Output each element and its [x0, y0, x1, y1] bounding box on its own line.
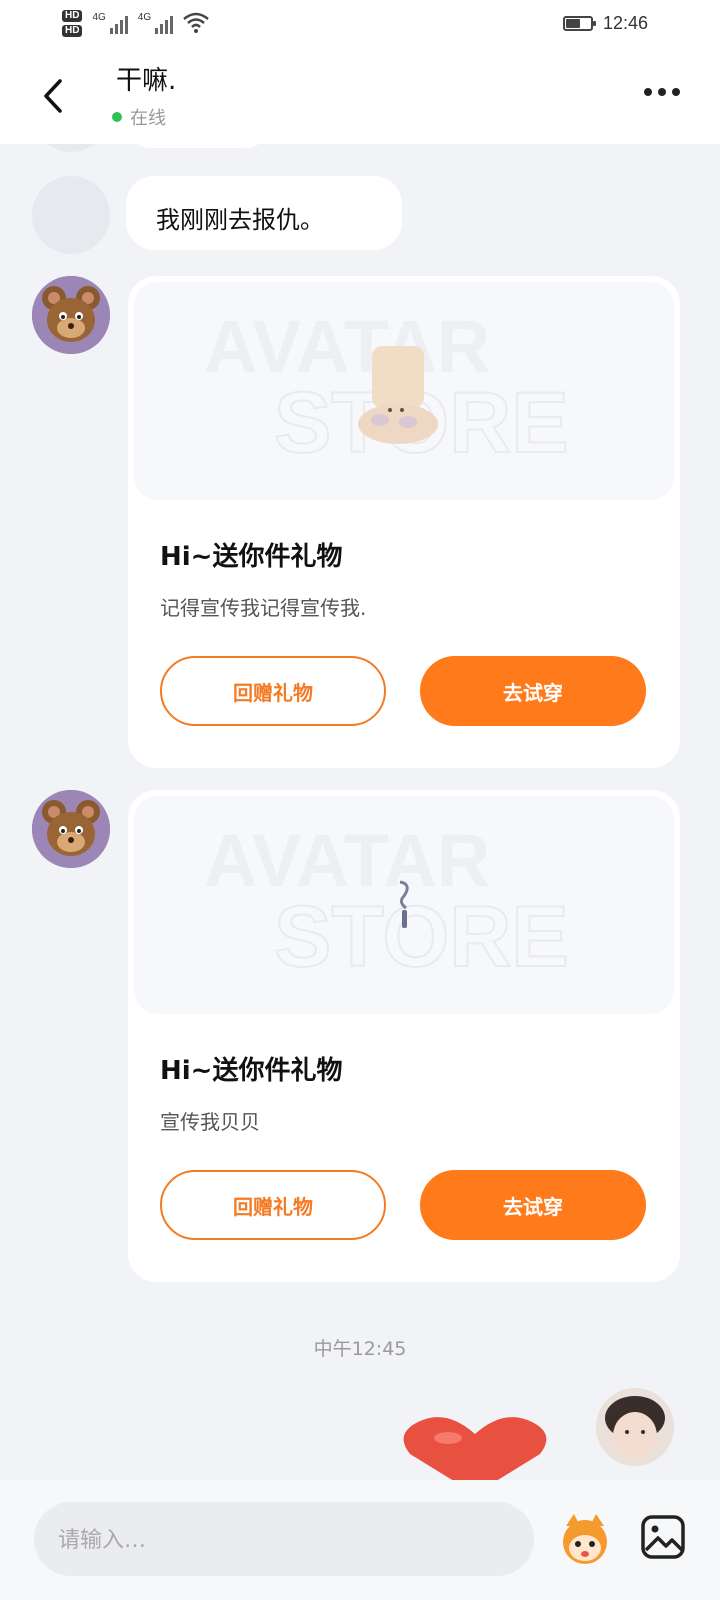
gift-socks-icon — [358, 346, 438, 444]
hd-badges: HD HD — [62, 9, 83, 37]
gift-card-message: 宣传我贝贝 — [160, 1110, 260, 1134]
signal-1-icon: 4G — [92, 12, 128, 34]
hd-badge-1: HD — [62, 9, 83, 22]
gift-card[interactable]: AVATAR STORE Hi~送你件礼物 记得宣传我记得宣传我. 回赠礼物 去… — [128, 276, 680, 768]
message-text: 我刚刚去报仇。 — [156, 206, 324, 234]
own-avatar-photo — [596, 1388, 674, 1466]
gift-preview[interactable]: AVATAR STORE — [134, 282, 674, 500]
try-on-button[interactable]: 去试穿 — [420, 1170, 646, 1240]
return-gift-button[interactable]: 回赠礼物 — [160, 1170, 386, 1240]
signal-2-label: 4G — [137, 12, 152, 23]
contact-name: 干嘛. — [116, 66, 177, 96]
mouse-avatar-icon — [32, 276, 110, 354]
gift-card-title: Hi~送你件礼物 — [160, 542, 343, 572]
svg-text:STORE: STORE — [274, 889, 569, 985]
gift-earring-icon — [399, 880, 409, 928]
heart-sticker-icon[interactable] — [400, 1414, 550, 1480]
clock: 12:46 — [602, 13, 648, 33]
signal-1-label: 4G — [92, 12, 106, 23]
avatar[interactable] — [32, 144, 110, 152]
chat-area[interactable]: 我刚刚去报仇。 AVATAR STORE — [0, 144, 720, 1480]
wifi-icon — [183, 12, 209, 33]
input-bar — [0, 1480, 720, 1600]
back-arrow-icon[interactable] — [38, 78, 70, 114]
message-bubble-partial — [128, 144, 268, 148]
online-dot-icon — [112, 112, 122, 122]
message-input[interactable] — [56, 1502, 510, 1578]
online-status-label: 在线 — [130, 108, 166, 129]
status-bar: HD HD 4G 4G 12:46 — [0, 0, 720, 48]
sticker-mascot-icon[interactable] — [556, 1510, 614, 1568]
avatar[interactable] — [32, 176, 110, 254]
try-on-button[interactable]: 去试穿 — [420, 656, 646, 726]
online-status: 在线 — [112, 104, 166, 130]
chat-header: 干嘛. 在线 — [0, 48, 720, 144]
avatar[interactable] — [32, 276, 110, 354]
gift-card-title: Hi~送你件礼物 — [160, 1056, 343, 1086]
image-picker-icon[interactable] — [640, 1514, 686, 1560]
battery-icon — [562, 16, 596, 31]
more-options-icon[interactable] — [644, 88, 680, 96]
network-indicators: HD HD 4G 4G — [62, 8, 209, 38]
signal-2-icon: 4G — [137, 12, 174, 34]
mouse-avatar-icon — [32, 790, 110, 868]
message-bubble[interactable]: 我刚刚去报仇。 — [126, 176, 402, 250]
own-avatar[interactable] — [596, 1388, 674, 1466]
status-right: 12:46 — [562, 13, 648, 34]
message-input-wrapper[interactable] — [34, 1502, 534, 1578]
gift-preview[interactable]: AVATAR STORE — [134, 796, 674, 1014]
gift-card[interactable]: AVATAR STORE Hi~送你件礼物 宣传我贝贝 回赠礼物 去试穿 — [128, 790, 680, 1282]
hd-badge-2: HD — [62, 24, 83, 37]
return-gift-button[interactable]: 回赠礼物 — [160, 656, 386, 726]
gift-card-message: 记得宣传我记得宣传我. — [160, 596, 367, 620]
timestamp: 中午12:45 — [313, 1338, 407, 1360]
avatar[interactable] — [32, 790, 110, 868]
